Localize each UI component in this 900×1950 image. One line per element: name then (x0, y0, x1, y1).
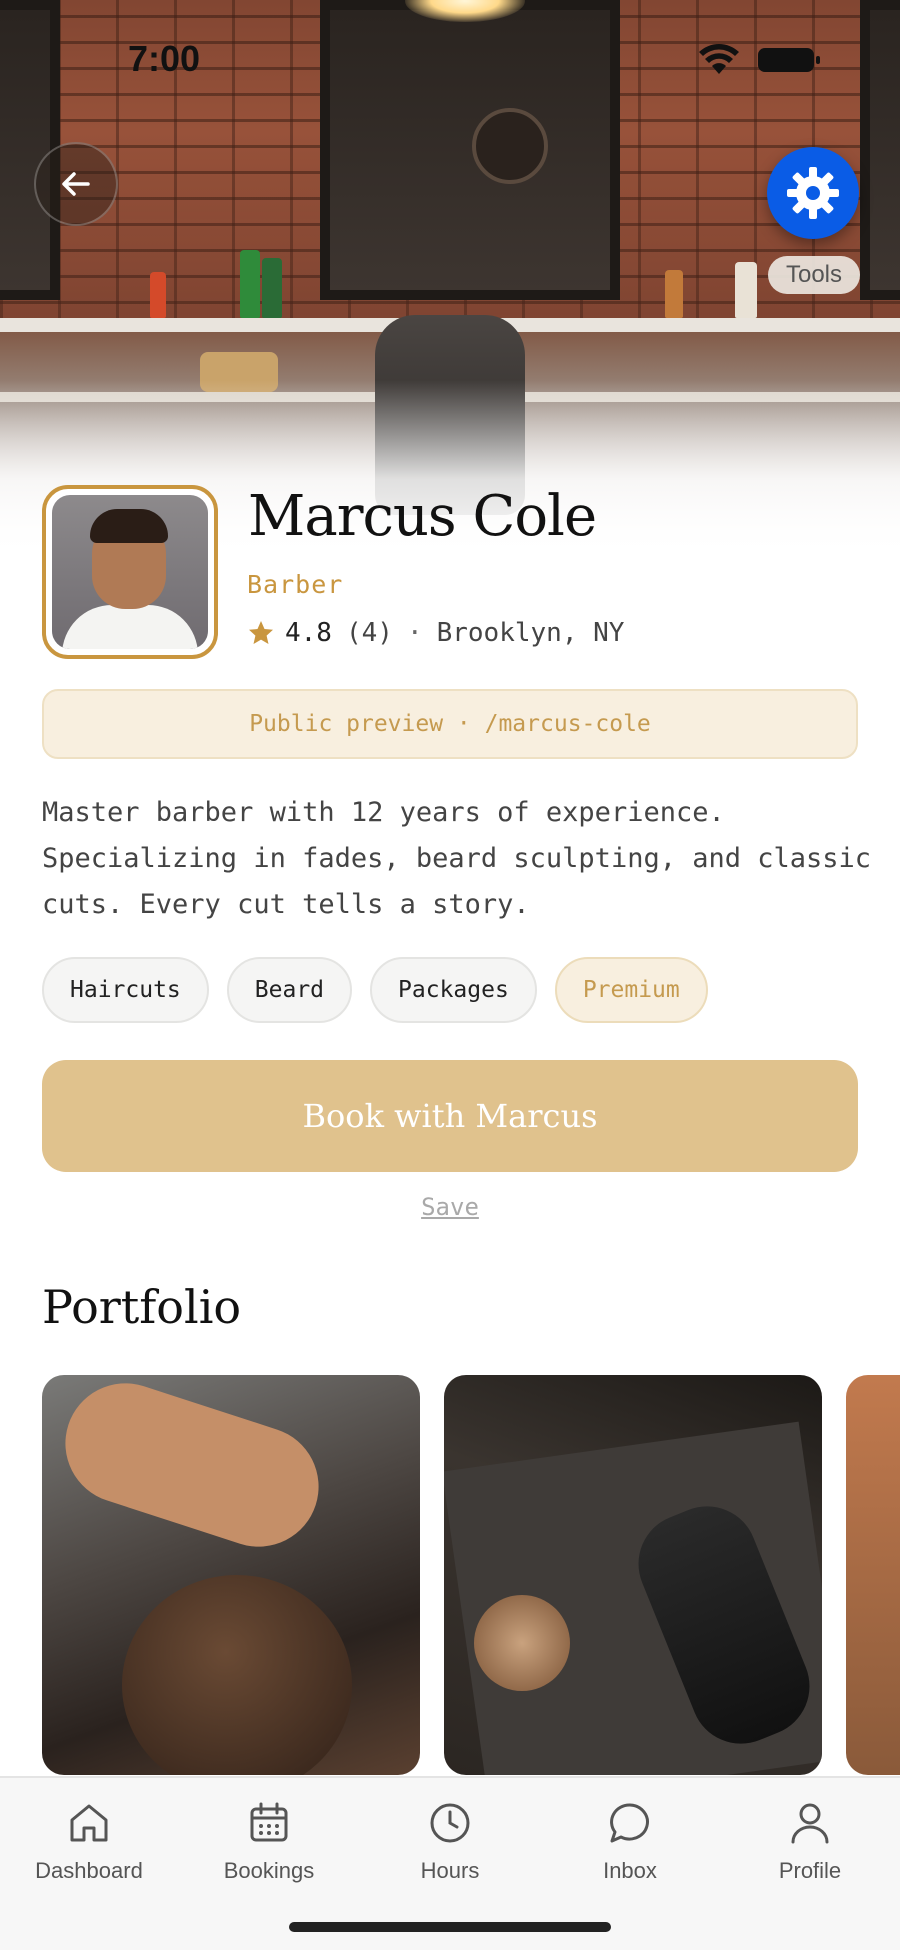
product-bottle (262, 258, 282, 318)
location: Brooklyn, NY (436, 618, 625, 648)
home-indicator[interactable] (289, 1922, 611, 1932)
status-time: 7:00 (128, 38, 201, 79)
wall-clock (472, 108, 548, 184)
product-bottle (240, 250, 260, 318)
calendar-icon (250, 1802, 288, 1842)
portfolio-image-partial[interactable] (846, 1375, 900, 1775)
tools-label: Tools (768, 256, 860, 294)
tools-button[interactable] (767, 147, 859, 239)
pomade-tin (474, 1595, 570, 1691)
tab-profile[interactable]: Profile (730, 1800, 890, 1884)
back-button[interactable] (34, 142, 118, 226)
avatar-hair (90, 509, 168, 543)
tab-dashboard[interactable]: Dashboard (9, 1800, 169, 1884)
avatar-shirt (62, 605, 198, 649)
battery-icon (758, 48, 820, 72)
home-icon (70, 1804, 108, 1842)
avatar-photo (52, 495, 208, 649)
portfolio-title: Portfolio (42, 1280, 242, 1334)
person-icon (791, 1803, 829, 1844)
public-preview-banner[interactable]: Public preview · /marcus-cole (42, 689, 858, 759)
review-count: (4) (345, 618, 393, 648)
mirror-center (320, 0, 620, 300)
product-bottle (150, 272, 166, 318)
tab-label: Profile (778, 1858, 842, 1883)
tab-label: Hours (420, 1858, 480, 1883)
barber-arm (49, 1375, 335, 1563)
product-bottle (665, 270, 683, 318)
tag-haircuts[interactable]: Haircuts (42, 957, 209, 1023)
clock-icon (430, 1803, 470, 1843)
tab-label: Dashboard (35, 1858, 143, 1883)
product-bottle (735, 262, 757, 318)
tag-beard[interactable]: Beard (226, 957, 353, 1023)
arrow-left-icon (62, 172, 90, 196)
profile-name: Marcus Cole (248, 484, 597, 549)
tag-premium[interactable]: Premium (554, 957, 708, 1023)
tab-label: Bookings (223, 1858, 315, 1883)
rating-value: 4.8 (285, 618, 332, 648)
hero-banner-image (0, 0, 900, 560)
book-button[interactable]: Book with Marcus (42, 1060, 858, 1172)
client-head (122, 1575, 352, 1775)
portfolio-image-haircut[interactable] (42, 1375, 420, 1775)
tab-bookings[interactable]: Bookings (189, 1800, 349, 1884)
gear-icon (787, 167, 839, 219)
service-tags: Haircuts Beard Packages Premium (42, 957, 708, 1023)
profile-role: Barber (247, 570, 344, 599)
tab-inbox[interactable]: Inbox (550, 1800, 710, 1884)
chat-icon (610, 1803, 649, 1843)
mirror-right (860, 0, 900, 300)
tab-hours[interactable]: Hours (370, 1800, 530, 1884)
portfolio-image-tools[interactable] (444, 1375, 822, 1775)
tab-label: Inbox (603, 1858, 657, 1883)
avatar (42, 485, 218, 659)
separator-dot: · (406, 618, 423, 648)
rating-row: 4.8 (4) · Brooklyn, NY (247, 618, 624, 648)
star-icon (249, 621, 273, 644)
tag-packages[interactable]: Packages (370, 957, 537, 1023)
wifi-icon (699, 44, 739, 74)
portfolio-carousel[interactable] (42, 1375, 900, 1775)
bio-text: Master barber with 12 years of experienc… (42, 797, 872, 920)
save-link[interactable]: Save (0, 1193, 900, 1221)
